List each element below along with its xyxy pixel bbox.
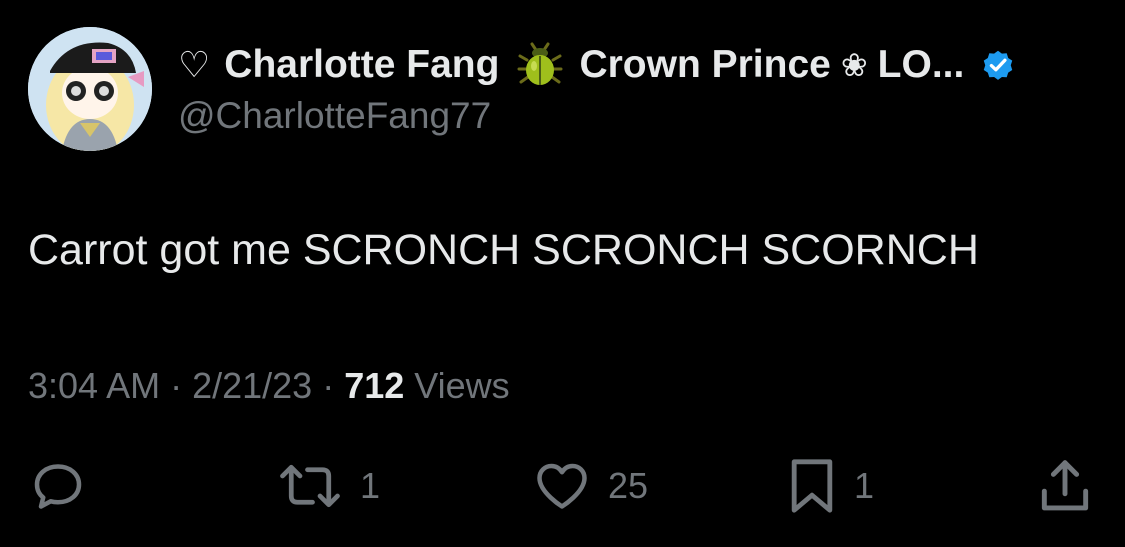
- reply-icon: [34, 464, 82, 509]
- bookmark-button[interactable]: 1: [784, 455, 874, 517]
- meta-separator: ·: [160, 365, 193, 406]
- tweet-date[interactable]: 2/21/23: [192, 365, 312, 406]
- avatar-image: [28, 27, 152, 151]
- author-handle[interactable]: @CharlotteFang77: [178, 95, 491, 137]
- views-label: Views: [404, 365, 510, 406]
- tweet-text: Carrot got me SCRONCH SCRONCH SCORNCH: [28, 226, 979, 274]
- heart-icon: [537, 463, 587, 509]
- share-icon: [1041, 460, 1089, 511]
- bookmark-icon: [791, 459, 833, 513]
- author-title: Crown Prince: [579, 43, 831, 86]
- beetle-icon: [517, 42, 563, 88]
- bookmark-count: 1: [854, 465, 875, 506]
- flower-glyph: ❀: [840, 47, 868, 83]
- like-count: 25: [608, 465, 649, 506]
- reply-button[interactable]: [28, 455, 102, 517]
- views-count: 712: [344, 365, 405, 406]
- action-bar: 1 25 1: [0, 455, 1125, 517]
- tweet-meta: 3:04 AM · 2/21/23 · 712 Views: [28, 365, 510, 407]
- share-button[interactable]: [1034, 455, 1096, 517]
- heart-glyph: ♡: [178, 44, 211, 85]
- retweet-button[interactable]: 1: [274, 455, 380, 517]
- author-title-tail: LO...: [877, 43, 965, 86]
- avatar[interactable]: [28, 27, 152, 151]
- meta-separator: ·: [312, 365, 345, 406]
- author-name-row[interactable]: ♡ Charlotte Fang Crown Prince ❀ LO...: [178, 40, 1016, 90]
- like-button[interactable]: 25: [530, 455, 648, 517]
- tweet-time[interactable]: 3:04 AM: [28, 365, 160, 406]
- author-name[interactable]: Charlotte Fang: [224, 43, 499, 87]
- retweet-count: 1: [360, 465, 381, 506]
- retweet-icon: [280, 464, 340, 508]
- verified-badge-icon: [980, 47, 1016, 83]
